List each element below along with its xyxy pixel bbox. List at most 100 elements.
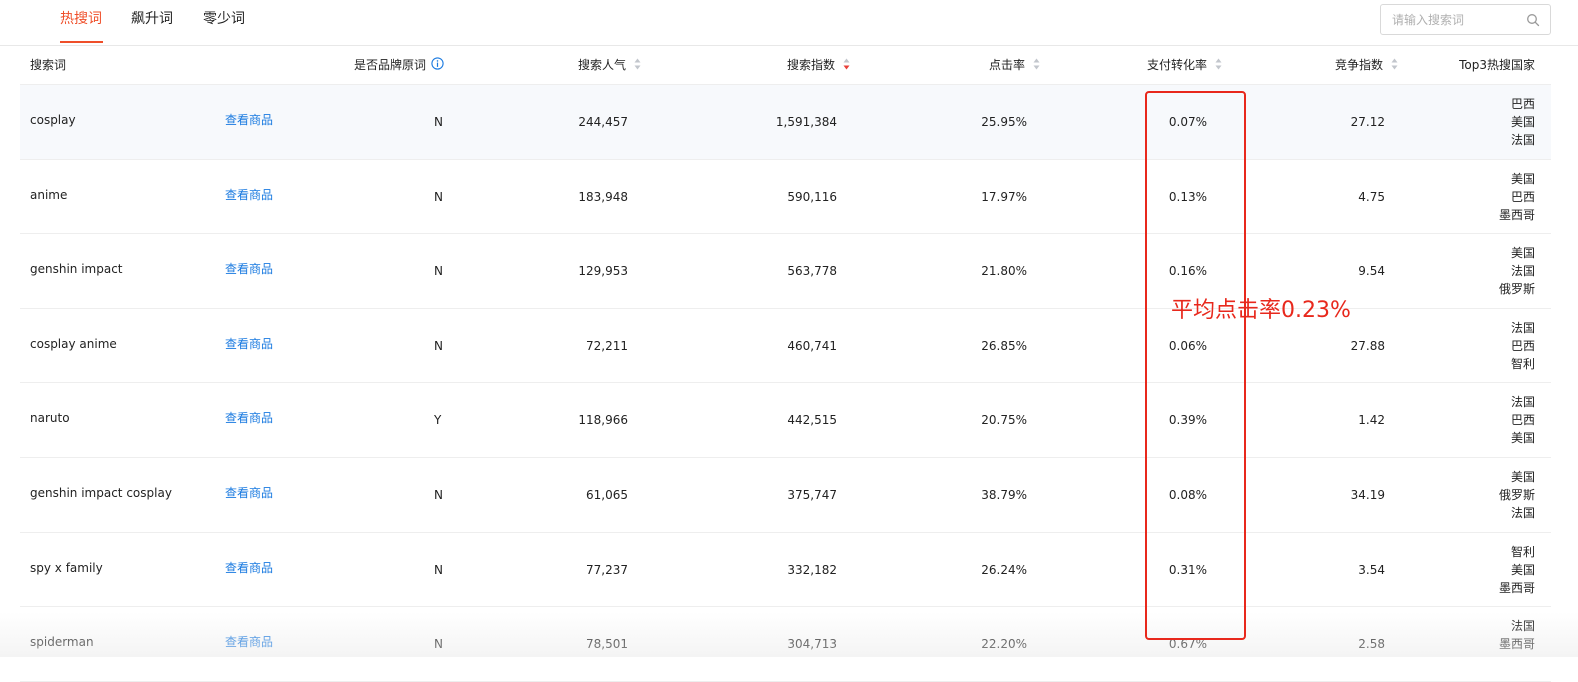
keyword-cell: naruto [30,411,70,426]
conversion-cell: 0.39% [1168,413,1207,428]
header-popularity[interactable]: 搜索人气 [578,57,626,73]
popularity-cell: 72,211 [586,338,628,353]
country-label: 美国 [1510,171,1535,186]
table-row[interactable]: cosplay 查看商品 N 244,457 1,591,384 25.95% 0.07% 2… [20,85,1551,160]
ctr-cell: 20.75% [981,413,1027,428]
country-label: 法国 [1510,619,1535,634]
view-products-link[interactable]: 查看商品 [225,112,273,128]
top3-countries-cell: 智利 美国 墨西哥 [1499,543,1535,597]
search-index-cell: 332,182 [787,562,837,577]
tab-rising-keywords[interactable]: 飙升词 [131,10,173,28]
view-products-link[interactable]: 查看商品 [225,634,273,650]
country-label: 巴西 [1510,97,1535,111]
keyword-cell: cosplay [30,113,76,127]
search-index-cell: 590,116 [787,189,837,204]
country-label: 墨西哥 [1498,637,1535,652]
country-label: 美国 [1510,431,1535,446]
ctr-cell: 25.95% [981,115,1027,129]
ctr-cell: 22.20% [981,637,1027,652]
keyword-cell: spy x family [30,560,103,575]
info-icon[interactable] [431,57,444,70]
header-brand: 是否品牌原词 [354,58,427,72]
brand-cell: N [434,264,443,279]
competition-cell: 27.12 [1350,115,1385,129]
top-bar: 热搜词 飙升词 零少词 [0,0,1578,46]
search-index-cell: 1,591,384 [775,115,837,129]
country-label: 美国 [1510,115,1535,129]
popularity-cell: 78,501 [586,637,628,652]
search-input[interactable] [1381,5,1521,34]
brand-cell: Y [434,413,442,428]
search-index-cell: 442,515 [787,413,837,428]
sort-icon-competition[interactable] [1391,58,1398,70]
view-products-link[interactable]: 查看商品 [225,261,273,277]
view-products-link[interactable]: 查看商品 [225,410,273,426]
table-header: 搜索词 是否品牌原词 搜索人气 搜索指数 点击率 支付转化率 竞争指数 Top3… [20,47,1551,85]
view-products-link[interactable]: 查看商品 [225,485,273,501]
tab-rare-keywords[interactable]: 零少词 [203,10,245,28]
popularity-cell: 129,953 [578,264,628,279]
header-search-index[interactable]: 搜索指数 [787,57,835,73]
country-label: 墨西哥 [1498,207,1535,222]
table-row[interactable]: spiderman 查看商品 N 78,501 304,713 22.20% 0.67% 2.… [20,607,1551,682]
search-index-cell: 563,778 [787,264,837,279]
search-icon[interactable] [1526,13,1540,27]
table-row[interactable]: naruto 查看商品 Y 118,966 442,515 20.75% 0.39% 1.42… [20,383,1551,458]
country-label: 法国 [1510,133,1535,147]
country-label: 美国 [1510,246,1535,261]
country-label: 巴西 [1510,189,1535,204]
keyword-cell: spiderman [30,635,94,650]
view-products-link[interactable]: 查看商品 [225,336,273,352]
competition-cell: 2.58 [1358,637,1385,652]
competition-cell: 1.42 [1358,413,1385,428]
tab-hot-keywords[interactable]: 热搜词 [60,10,102,28]
brand-cell: N [434,562,443,577]
country-label: 法国 [1510,505,1535,520]
search-box [1380,4,1551,35]
ctr-cell: 21.80% [981,264,1027,279]
brand-cell: N [434,189,443,204]
popularity-cell: 183,948 [578,189,628,204]
table-row[interactable]: spy x family 查看商品 N 77,237 332,182 26.24% 0.31… [20,533,1551,608]
table-row[interactable]: genshin impact cosplay 查看商品 N 61,065 375,747… [20,458,1551,533]
competition-cell: 9.54 [1358,264,1385,279]
header-competition[interactable]: 竞争指数 [1335,57,1383,73]
top3-countries-cell: 法国墨西哥 [1499,617,1535,653]
popularity-cell: 244,457 [578,115,628,129]
country-label: 法国 [1510,395,1535,410]
top3-countries-cell: 美国巴西墨西哥 [1499,170,1535,224]
table-row[interactable]: anime 查看商品 N 183,948 590,116 17.97% 0.13% 4.75 美… [20,160,1551,235]
active-tab-indicator [60,41,103,43]
header-conversion[interactable]: 支付转化率 [1147,57,1207,73]
sort-icon-popularity[interactable] [634,58,641,70]
sort-icon-conversion[interactable] [1215,58,1222,70]
search-index-cell: 375,747 [787,487,837,502]
conversion-cell: 0.31% [1168,562,1207,577]
search-index-cell: 304,713 [787,637,837,652]
keyword-cell: genshin impact [30,262,123,277]
ctr-cell: 26.85% [981,338,1027,353]
competition-cell: 27.88 [1350,338,1385,353]
header-keyword: 搜索词 [30,58,67,72]
view-products-link[interactable]: 查看商品 [225,187,273,203]
header-top3-countries: Top3热搜国家 [1459,58,1535,72]
popularity-cell: 61,065 [586,487,628,502]
annotation-text: 平均点击率0.23% [1171,298,1351,323]
brand-cell: N [434,338,443,353]
country-label: 美国 [1510,562,1535,577]
brand-cell: N [434,487,443,502]
conversion-cell: 0.67% [1168,637,1207,652]
brand-cell: N [434,637,443,652]
view-products-link[interactable]: 查看商品 [225,560,273,576]
sort-icon-ctr[interactable] [1033,58,1040,70]
popularity-cell: 118,966 [578,413,628,428]
keyword-table: 搜索词 是否品牌原词 搜索人气 搜索指数 点击率 支付转化率 竞争指数 Top3… [20,47,1551,682]
header-ctr[interactable]: 点击率 [989,57,1025,73]
keyword-cell: anime [30,187,68,202]
popularity-cell: 77,237 [586,562,628,577]
country-label: 墨西哥 [1498,580,1535,595]
keyword-cell: genshin impact cosplay [30,485,172,500]
sort-icon-search-index[interactable] [843,58,850,70]
search-index-cell: 460,741 [787,338,837,353]
brand-cell: N [434,115,443,129]
